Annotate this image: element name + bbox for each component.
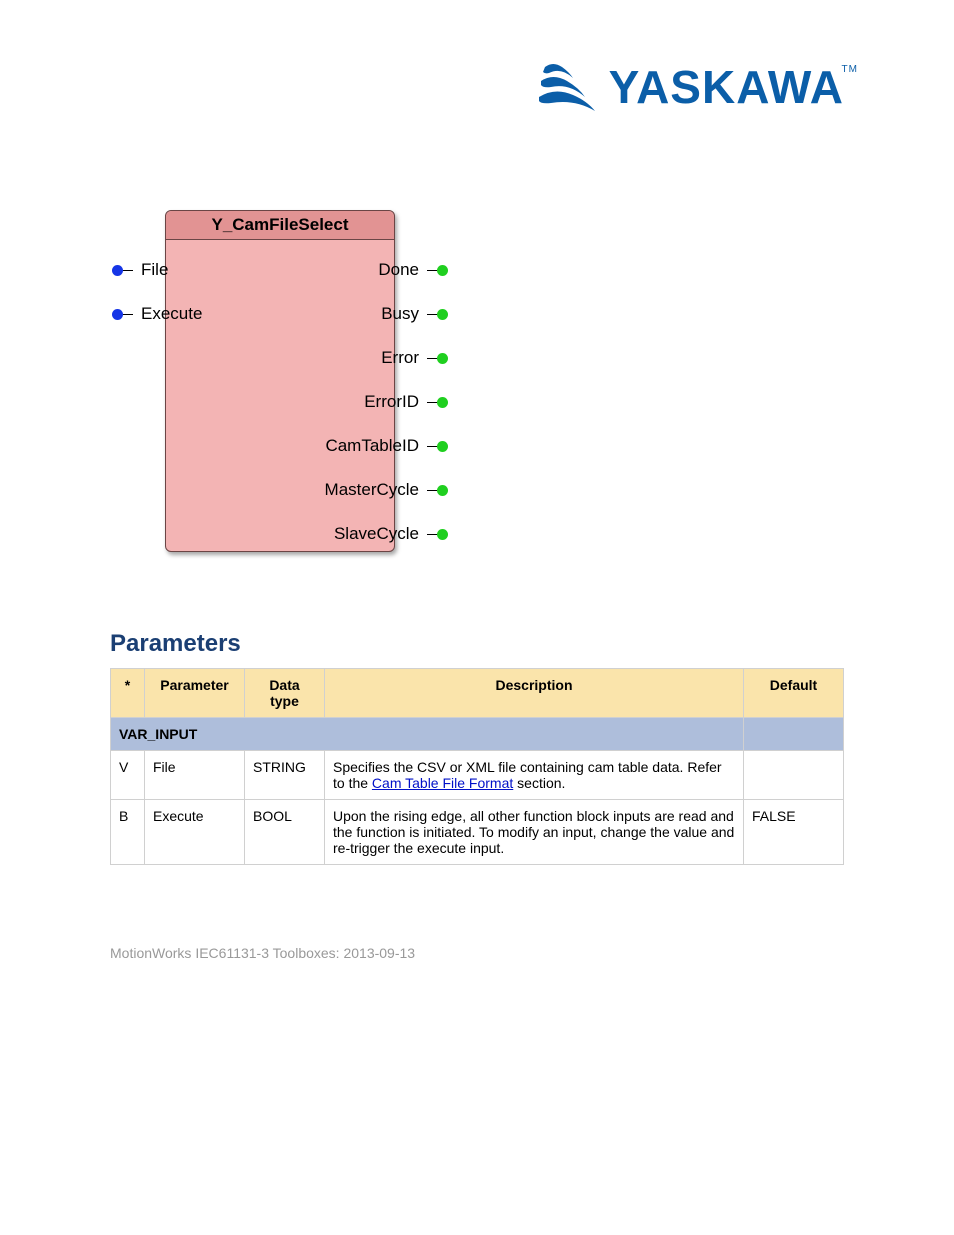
cell-desc: Specifies the CSV or XML file containing… <box>325 751 744 800</box>
cell-param: Execute <box>145 800 245 865</box>
port-label: CamTableID <box>325 436 419 456</box>
port-dot-output-icon <box>437 397 448 408</box>
parameters-table: * Parameter Data type Description Defaul… <box>110 668 844 865</box>
port-label: Execute <box>141 304 202 324</box>
port-dot-output-icon <box>437 265 448 276</box>
parameters-heading: Parameters <box>110 630 844 658</box>
col-datatype: Data type <box>245 669 325 718</box>
subhead-label: VAR_INPUT <box>111 718 744 751</box>
function-block-title: Y_CamFileSelect <box>166 211 394 240</box>
port-dot-output-icon <box>437 309 448 320</box>
port-mastercycle: MasterCycle <box>325 478 448 502</box>
port-tick <box>427 534 437 535</box>
table-row: B Execute BOOL Upon the rising edge, all… <box>111 800 844 865</box>
cell-desc: Upon the rising edge, all other function… <box>325 800 744 865</box>
port-tick <box>427 402 437 403</box>
cell-default <box>744 751 844 800</box>
cell-param: File <box>145 751 245 800</box>
cell-default: FALSE <box>744 800 844 865</box>
port-error: Error <box>381 346 448 370</box>
port-tick <box>123 314 133 315</box>
port-slavecycle: SlaveCycle <box>334 522 448 546</box>
subhead-default <box>744 718 844 751</box>
port-dot-output-icon <box>437 529 448 540</box>
port-label: Done <box>378 260 419 280</box>
port-dot-input-icon <box>112 265 123 276</box>
port-tick <box>427 490 437 491</box>
table-header-row: * Parameter Data type Description Defaul… <box>111 669 844 718</box>
col-star: * <box>111 669 145 718</box>
port-dot-input-icon <box>112 309 123 320</box>
port-label: Busy <box>381 304 419 324</box>
port-label: File <box>141 260 168 280</box>
port-file: File <box>112 258 168 282</box>
port-tick <box>427 314 437 315</box>
logo-text: YASKAWA TM <box>609 60 844 114</box>
port-label: Error <box>381 348 419 368</box>
logo-mark <box>539 63 599 111</box>
port-tick <box>427 446 437 447</box>
function-block-diagram: Y_CamFileSelect File Execute Done Busy <box>130 210 430 590</box>
cell-dtype: BOOL <box>245 800 325 865</box>
port-dot-output-icon <box>437 485 448 496</box>
port-label: ErrorID <box>364 392 419 412</box>
table-row: V File STRING Specifies the CSV or XML f… <box>111 751 844 800</box>
port-tick <box>427 270 437 271</box>
port-errorid: ErrorID <box>364 390 448 414</box>
brand-logo: YASKAWA TM <box>539 60 844 114</box>
desc-text-post: section. <box>513 775 565 791</box>
col-parameter: Parameter <box>145 669 245 718</box>
port-dot-output-icon <box>437 353 448 364</box>
port-tick <box>123 270 133 271</box>
cam-table-format-link[interactable]: Cam Table File Format <box>372 775 513 791</box>
port-camtableid: CamTableID <box>325 434 448 458</box>
port-label: SlaveCycle <box>334 524 419 544</box>
page-footer: MotionWorks IEC61131-3 Toolboxes: 2013-0… <box>110 945 844 961</box>
port-busy: Busy <box>381 302 448 326</box>
port-dot-output-icon <box>437 441 448 452</box>
port-label: MasterCycle <box>325 480 419 500</box>
port-tick <box>427 358 437 359</box>
table-subhead-row: VAR_INPUT <box>111 718 844 751</box>
cell-star: B <box>111 800 145 865</box>
col-description: Description <box>325 669 744 718</box>
port-execute: Execute <box>112 302 202 326</box>
logo-tm: TM <box>842 64 858 75</box>
col-default: Default <box>744 669 844 718</box>
cell-dtype: STRING <box>245 751 325 800</box>
cell-star: V <box>111 751 145 800</box>
port-done: Done <box>378 258 448 282</box>
